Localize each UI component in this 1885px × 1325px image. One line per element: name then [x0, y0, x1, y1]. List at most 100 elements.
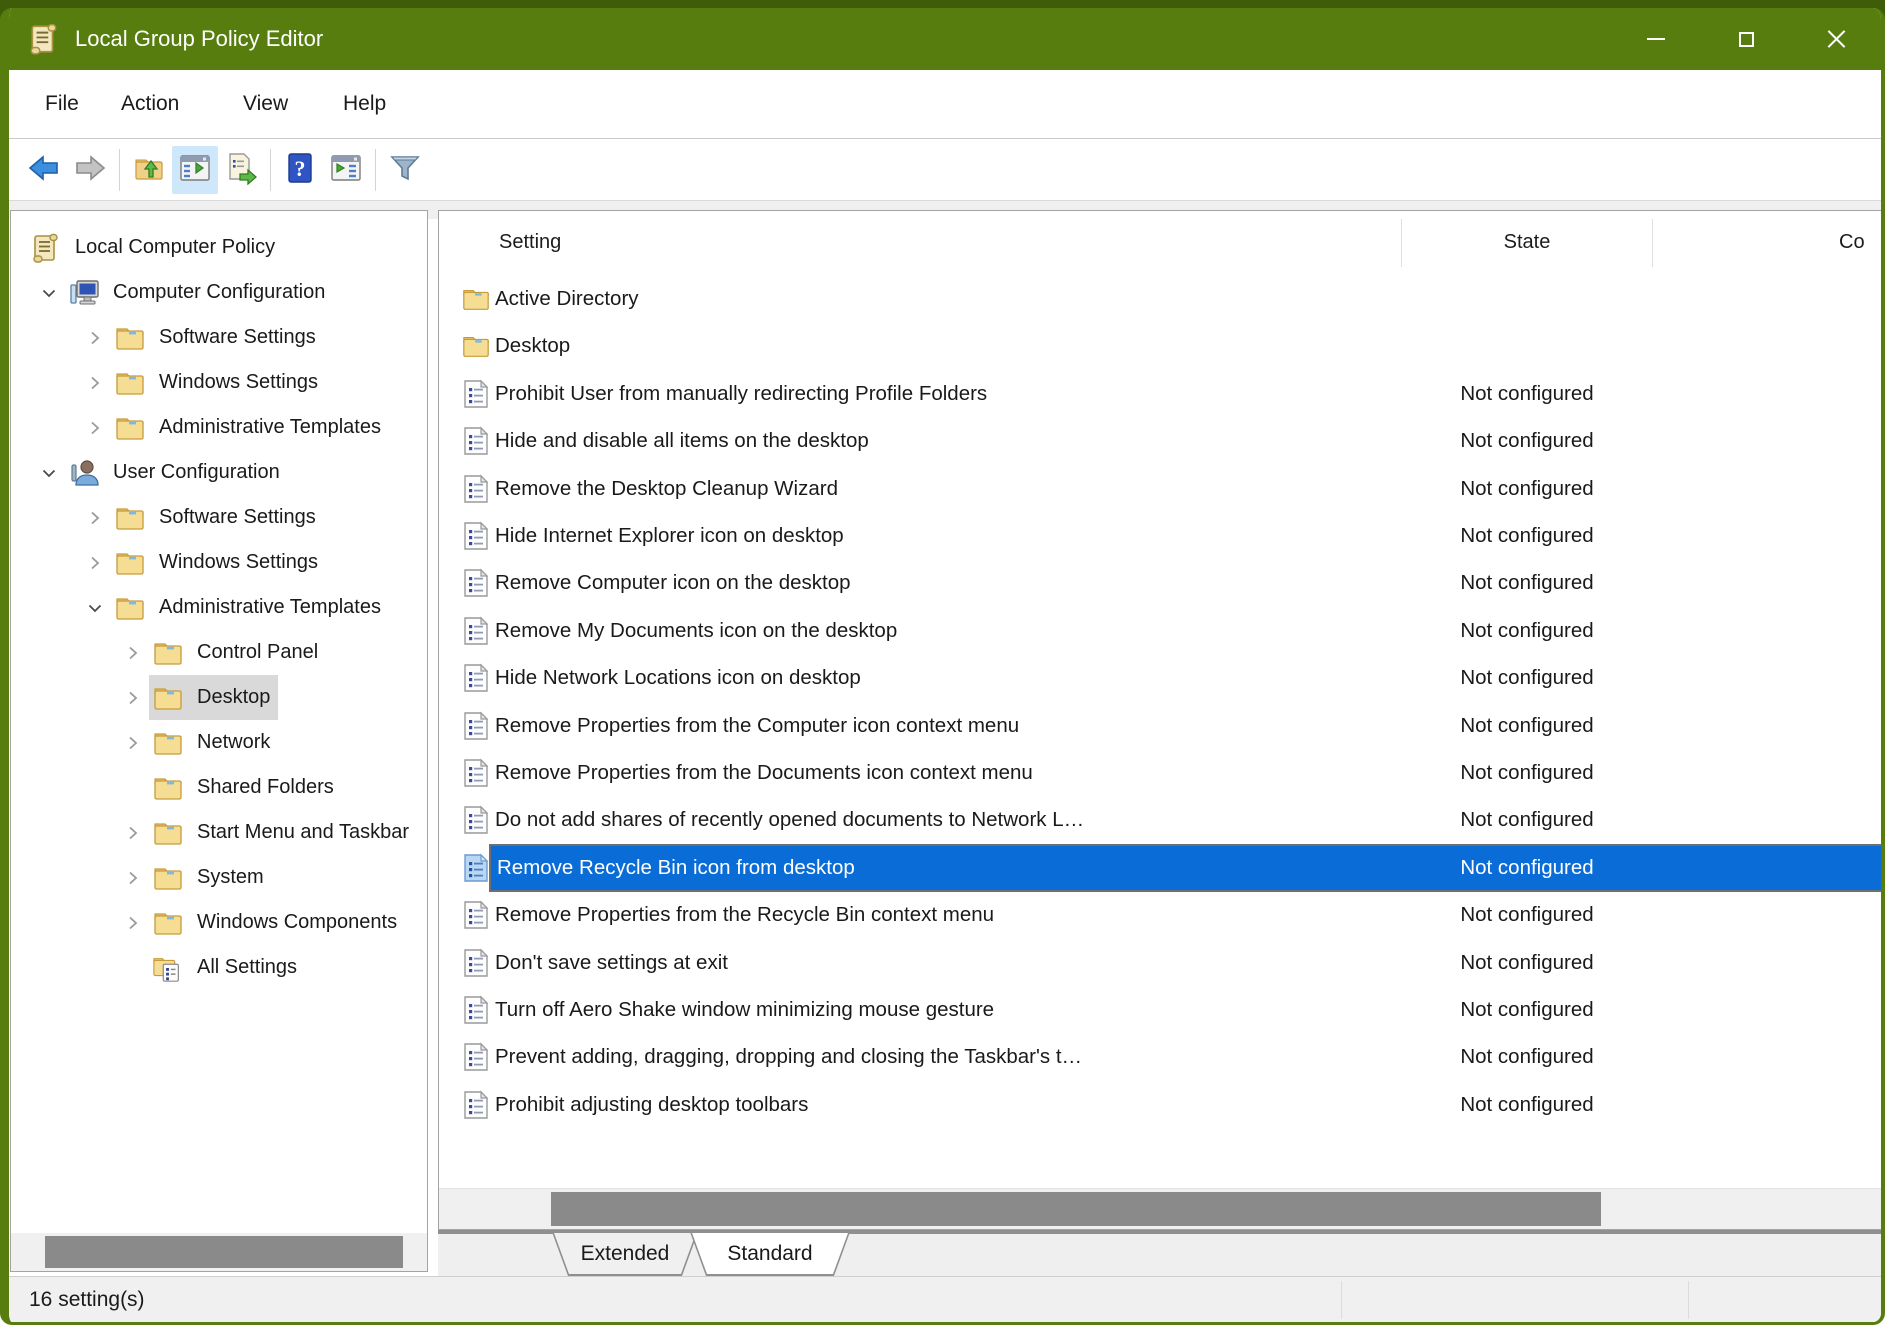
menu-bar: File Action View Help	[9, 70, 1881, 138]
setting-row-remove-properties-from-the-computer-icon[interactable]: Remove Properties from the Computer icon…	[439, 702, 1885, 750]
title-bar[interactable]: Local Group Policy Editor	[9, 8, 1881, 70]
setting-row-remove-recycle-bin-icon-from-desktop[interactable]: Remove Recycle Bin icon from desktopNot …	[439, 844, 1885, 892]
tree-item-body[interactable]: User Configuration	[65, 450, 288, 495]
tree-item-body[interactable]: Windows Settings	[111, 540, 326, 585]
folder-icon	[111, 315, 149, 360]
chevron-down-icon[interactable]	[79, 585, 111, 630]
tree-item-body[interactable]: Local Computer Policy	[27, 225, 283, 270]
column-header-comment[interactable]: Co	[1839, 211, 1885, 273]
tree-scrollbar-thumb[interactable]	[45, 1236, 403, 1268]
tree-item-user-configuration[interactable]: User Configuration	[33, 450, 288, 495]
tree-item-body[interactable]: Shared Folders	[149, 765, 342, 810]
show-action-pane-button[interactable]	[323, 146, 369, 194]
tree-item-control-panel[interactable]: Control Panel	[117, 630, 326, 675]
tree-item-software-settings[interactable]: Software Settings	[79, 495, 324, 540]
menu-file[interactable]: File	[43, 86, 81, 122]
tree-item-desktop[interactable]: Desktop	[117, 675, 278, 720]
tree-item-administrative-templates[interactable]: Administrative Templates	[79, 405, 389, 450]
help-button[interactable]: ?	[277, 146, 323, 194]
minimize-button[interactable]	[1611, 8, 1701, 70]
tree-item-label: All Settings	[195, 952, 305, 984]
tree-item-body[interactable]: Administrative Templates	[111, 405, 389, 450]
tree-item-software-settings[interactable]: Software Settings	[79, 315, 324, 360]
up-one-level-icon	[132, 151, 166, 190]
tree-item-body[interactable]: Start Menu and Taskbar	[149, 810, 417, 855]
column-header-state[interactable]: State	[1401, 211, 1653, 273]
tree-item-system[interactable]: System	[117, 855, 272, 900]
list-scrollbar-thumb[interactable]	[551, 1192, 1601, 1226]
policy-setting-icon	[461, 663, 491, 693]
setting-row-remove-the-desktop-cleanup-wizard[interactable]: Remove the Desktop Cleanup WizardNot con…	[439, 465, 1885, 513]
tree-item-network[interactable]: Network	[117, 720, 278, 765]
chevron-down-icon[interactable]	[33, 270, 65, 315]
tree-item-body[interactable]: Desktop	[149, 675, 278, 720]
tree-item-shared-folders[interactable]: Shared Folders	[117, 765, 342, 810]
column-header-setting[interactable]: Setting	[499, 211, 799, 273]
tree-item-windows-components[interactable]: Windows Components	[117, 900, 405, 945]
chevron-down-icon[interactable]	[33, 450, 65, 495]
tree-item-windows-settings[interactable]: Windows Settings	[79, 540, 326, 585]
menu-help[interactable]: Help	[341, 86, 388, 122]
folder-icon	[149, 810, 187, 855]
tab-extended[interactable]: Extended	[552, 1232, 698, 1276]
tree-item-windows-settings[interactable]: Windows Settings	[79, 360, 326, 405]
setting-row-do-not-add-shares-of-recently-opened-doc[interactable]: Do not add shares of recently opened doc…	[439, 796, 1885, 844]
tree-item-all-settings[interactable]: All Settings	[117, 945, 305, 990]
menu-action[interactable]: Action	[119, 86, 181, 122]
tree-item-body[interactable]: Network	[149, 720, 278, 765]
setting-row-prohibit-user-from-manually-redirecting-[interactable]: Prohibit User from manually redirecting …	[439, 370, 1885, 418]
export-list-button[interactable]	[218, 146, 264, 194]
close-button[interactable]	[1791, 8, 1881, 70]
column-divider[interactable]	[1401, 219, 1402, 267]
chevron-right-icon[interactable]	[79, 405, 111, 450]
maximize-button[interactable]	[1701, 8, 1791, 70]
setting-row-remove-my-documents-icon-on-the-desktop[interactable]: Remove My Documents icon on the desktopN…	[439, 607, 1885, 655]
column-divider[interactable]	[1652, 219, 1653, 267]
up-one-level-button[interactable]	[126, 146, 172, 194]
setting-row-don-t-save-settings-at-exit[interactable]: Don't save settings at exitNot configure…	[439, 939, 1885, 987]
tree-item-body[interactable]: Software Settings	[111, 315, 324, 360]
tree-item-computer-configuration[interactable]: Computer Configuration	[33, 270, 333, 315]
setting-row-prohibit-adjusting-desktop-toolbars[interactable]: Prohibit adjusting desktop toolbarsNot c…	[439, 1081, 1885, 1129]
chevron-right-icon[interactable]	[79, 540, 111, 585]
tree-item-local-computer-policy[interactable]: Local Computer Policy	[27, 225, 283, 270]
tree-item-body[interactable]: Administrative Templates	[111, 585, 389, 630]
tab-standard[interactable]: Standard	[690, 1232, 850, 1276]
back-button[interactable]	[21, 146, 67, 194]
filter-button[interactable]	[382, 146, 428, 194]
chevron-right-icon[interactable]	[117, 720, 149, 765]
setting-row-remove-computer-icon-on-the-desktop[interactable]: Remove Computer icon on the desktopNot c…	[439, 559, 1885, 607]
chevron-right-icon[interactable]	[117, 855, 149, 900]
tree-item-body[interactable]: Software Settings	[111, 495, 324, 540]
tree-horizontal-scrollbar[interactable]	[11, 1233, 427, 1271]
setting-row-remove-properties-from-the-documents-ico[interactable]: Remove Properties from the Documents ico…	[439, 749, 1885, 797]
show-console-tree-button[interactable]	[172, 146, 218, 194]
chevron-right-icon[interactable]	[117, 810, 149, 855]
setting-row-active-directory[interactable]: Active Directory	[439, 275, 1885, 323]
setting-row-hide-and-disable-all-items-on-the-deskto[interactable]: Hide and disable all items on the deskto…	[439, 417, 1885, 465]
forward-button[interactable]	[67, 146, 113, 194]
tree-item-administrative-templates[interactable]: Administrative Templates	[79, 585, 389, 630]
chevron-right-icon[interactable]	[117, 675, 149, 720]
tree-item-body[interactable]: All Settings	[149, 945, 305, 990]
setting-row-hide-network-locations-icon-on-desktop[interactable]: Hide Network Locations icon on desktopNo…	[439, 654, 1885, 702]
menu-view[interactable]: View	[241, 86, 290, 122]
tree-item-body[interactable]: Windows Components	[149, 900, 405, 945]
list-horizontal-scrollbar[interactable]	[439, 1188, 1885, 1229]
chevron-right-icon[interactable]	[79, 315, 111, 360]
tree-item-body[interactable]: System	[149, 855, 272, 900]
setting-row-desktop[interactable]: Desktop	[439, 322, 1885, 370]
chevron-right-icon[interactable]	[117, 630, 149, 675]
tree-item-body[interactable]: Windows Settings	[111, 360, 326, 405]
chevron-right-icon[interactable]	[79, 360, 111, 405]
setting-row-remove-properties-from-the-recycle-bin-c[interactable]: Remove Properties from the Recycle Bin c…	[439, 891, 1885, 939]
tree-item-body[interactable]: Control Panel	[149, 630, 326, 675]
tree-item-label: Software Settings	[157, 322, 324, 354]
setting-row-hide-internet-explorer-icon-on-desktop[interactable]: Hide Internet Explorer icon on desktopNo…	[439, 512, 1885, 560]
setting-row-turn-off-aero-shake-window-minimizing-mo[interactable]: Turn off Aero Shake window minimizing mo…	[439, 986, 1885, 1034]
chevron-right-icon[interactable]	[79, 495, 111, 540]
chevron-right-icon[interactable]	[117, 900, 149, 945]
tree-item-body[interactable]: Computer Configuration	[65, 270, 333, 315]
setting-row-prevent-adding-dragging-dropping-and-clo[interactable]: Prevent adding, dragging, dropping and c…	[439, 1033, 1885, 1081]
tree-item-start-menu-and-taskbar[interactable]: Start Menu and Taskbar	[117, 810, 417, 855]
